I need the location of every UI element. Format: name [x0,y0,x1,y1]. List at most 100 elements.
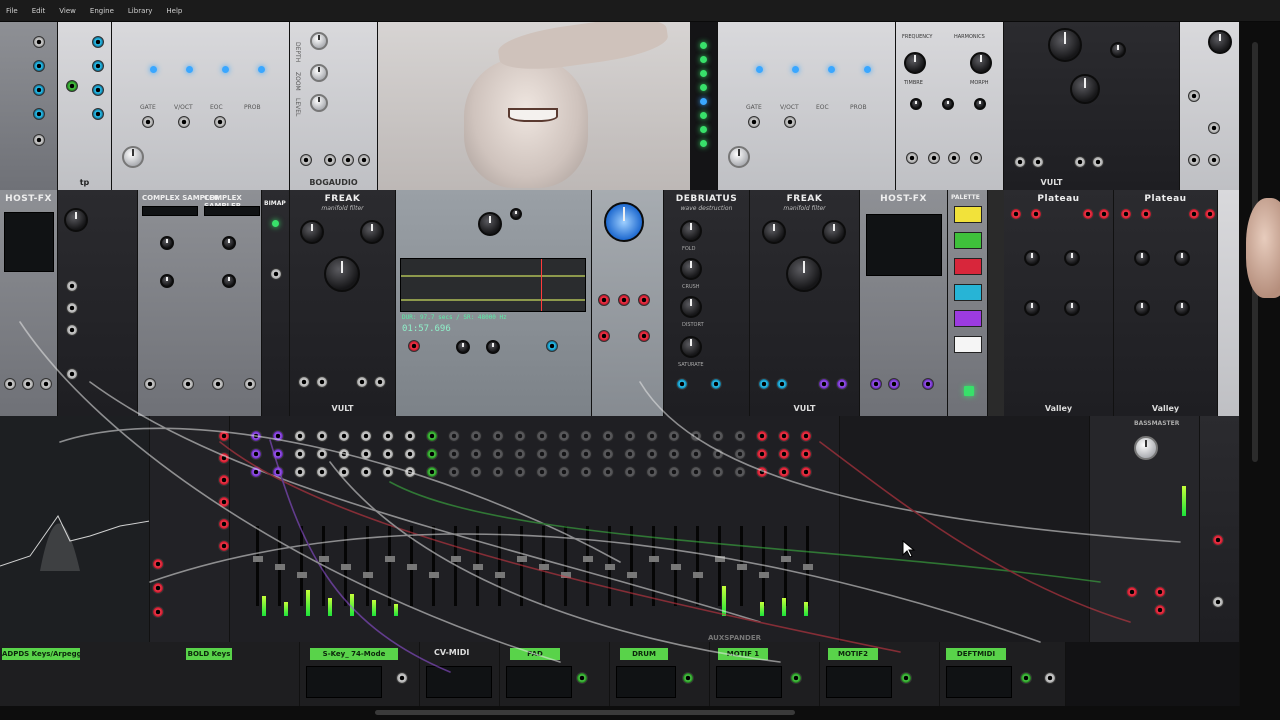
mixer-jack[interactable] [338,448,350,460]
fader-track[interactable] [256,526,259,606]
mixer-jack[interactable] [558,466,570,478]
utility-module-left[interactable] [0,22,58,190]
vertical-scrollbar[interactable] [1240,22,1280,706]
mixer-jack[interactable] [624,430,636,442]
jack[interactable] [212,378,224,390]
plateau-reverb-module-2[interactable]: Plateau Valley [1114,190,1218,416]
fader-handle[interactable] [428,572,439,578]
mixer-jack[interactable] [382,466,394,478]
gate-sequencer-module[interactable]: GATE V/OCT EOC PROB [112,22,290,190]
knob[interactable] [486,340,500,354]
mixer-jack[interactable] [536,430,548,442]
palette-swatch-cyan[interactable] [954,284,982,301]
fader-handle[interactable] [736,564,747,570]
crush-knob[interactable] [680,258,702,280]
mixer-jack[interactable] [668,430,680,442]
fader-handle[interactable] [802,564,813,570]
level-knob[interactable] [310,94,328,112]
drive-knob[interactable] [822,220,846,244]
palette-swatch-red[interactable] [954,258,982,275]
menu-engine[interactable]: Engine [90,7,114,15]
mixer-jack[interactable] [734,466,746,478]
jack[interactable] [178,116,190,128]
jack[interactable] [922,378,934,390]
mixer-jack[interactable] [756,448,768,460]
jack[interactable] [1030,208,1042,220]
jack[interactable] [152,606,164,618]
fader-handle[interactable] [560,572,571,578]
jack[interactable] [92,84,104,96]
fader-track[interactable] [388,526,391,606]
mixer-jack[interactable] [668,448,680,460]
tape-sampler-module[interactable]: DUR: 97.7 secs / SR: 48000 Hz 01:57.696 [396,190,592,416]
midi-device-display[interactable] [826,666,892,698]
jack[interactable] [638,294,650,306]
midi-def-module[interactable]: DEFTMIDI [940,642,1066,706]
mixer-jack[interactable] [756,430,768,442]
drive-knob[interactable] [360,220,384,244]
jack[interactable] [900,672,912,684]
knob[interactable] [1134,300,1150,316]
knob[interactable] [1110,42,1126,58]
mixer-jack[interactable] [800,448,812,460]
mixer-jack[interactable] [294,430,306,442]
jack[interactable] [152,558,164,570]
jack[interactable] [758,378,770,390]
jack[interactable] [66,302,78,314]
mixer-jack[interactable] [294,466,306,478]
mixer-jack[interactable] [492,430,504,442]
edge-module-2[interactable] [1200,416,1240,642]
menu-view[interactable]: View [59,7,76,15]
jack[interactable] [33,36,45,48]
mixer-jack[interactable] [448,448,460,460]
horizontal-scrollbar-thumb[interactable] [375,710,795,715]
fader-handle[interactable] [604,564,615,570]
fader-handle[interactable] [362,572,373,578]
mixer-jack[interactable] [646,466,658,478]
knob[interactable] [160,236,174,250]
jack[interactable] [1188,208,1200,220]
fader-track[interactable] [300,526,303,606]
fader-handle[interactable] [780,556,791,562]
jack[interactable] [142,116,154,128]
plugin-screen[interactable] [4,212,54,272]
waveform-display[interactable] [400,258,586,312]
jack[interactable] [152,582,164,594]
midi-keys-module[interactable]: ADPDS Keys/Arpeggi BOLD Keys [0,642,300,706]
mixer-jack[interactable] [426,430,438,442]
cutoff-knob[interactable] [1070,74,1100,104]
mixer-jack[interactable] [316,430,328,442]
jack[interactable] [92,60,104,72]
jack[interactable] [576,672,588,684]
palette-swatch-white[interactable] [954,336,982,353]
eq-module[interactable] [0,416,150,642]
palette-swatch-yellow[interactable] [954,206,982,223]
mixer-jack[interactable] [712,430,724,442]
jack[interactable] [244,378,256,390]
fader-track[interactable] [784,526,787,606]
mixer-jack[interactable] [360,448,372,460]
knob[interactable] [1024,300,1040,316]
jack[interactable] [396,672,408,684]
module-rack[interactable]: tp GATE V/OCT EOC PROB DEPTH ZOOM LEVEL [0,22,1240,706]
mixer-jack[interactable] [426,448,438,460]
mixer-jack[interactable] [602,448,614,460]
mixer-jack[interactable] [558,430,570,442]
knob[interactable] [1208,30,1232,54]
blue-dial[interactable] [604,202,644,242]
knob[interactable] [974,98,986,110]
jack[interactable] [1010,208,1022,220]
knob[interactable] [910,98,922,110]
plateau-reverb-module[interactable]: Plateau Valley [1004,190,1114,416]
mixer-jack[interactable] [734,448,746,460]
mixer-jack[interactable] [448,430,460,442]
cutoff-knob[interactable] [324,256,360,292]
mixer-jack[interactable] [580,448,592,460]
cv-midi-module[interactable]: CV-MIDI [420,642,500,706]
mixer-jack[interactable] [778,430,790,442]
fader-track[interactable] [366,526,369,606]
fader-handle[interactable] [384,556,395,562]
fader-track[interactable] [520,526,523,606]
knob[interactable] [510,208,522,220]
mixer-jack[interactable] [624,448,636,460]
